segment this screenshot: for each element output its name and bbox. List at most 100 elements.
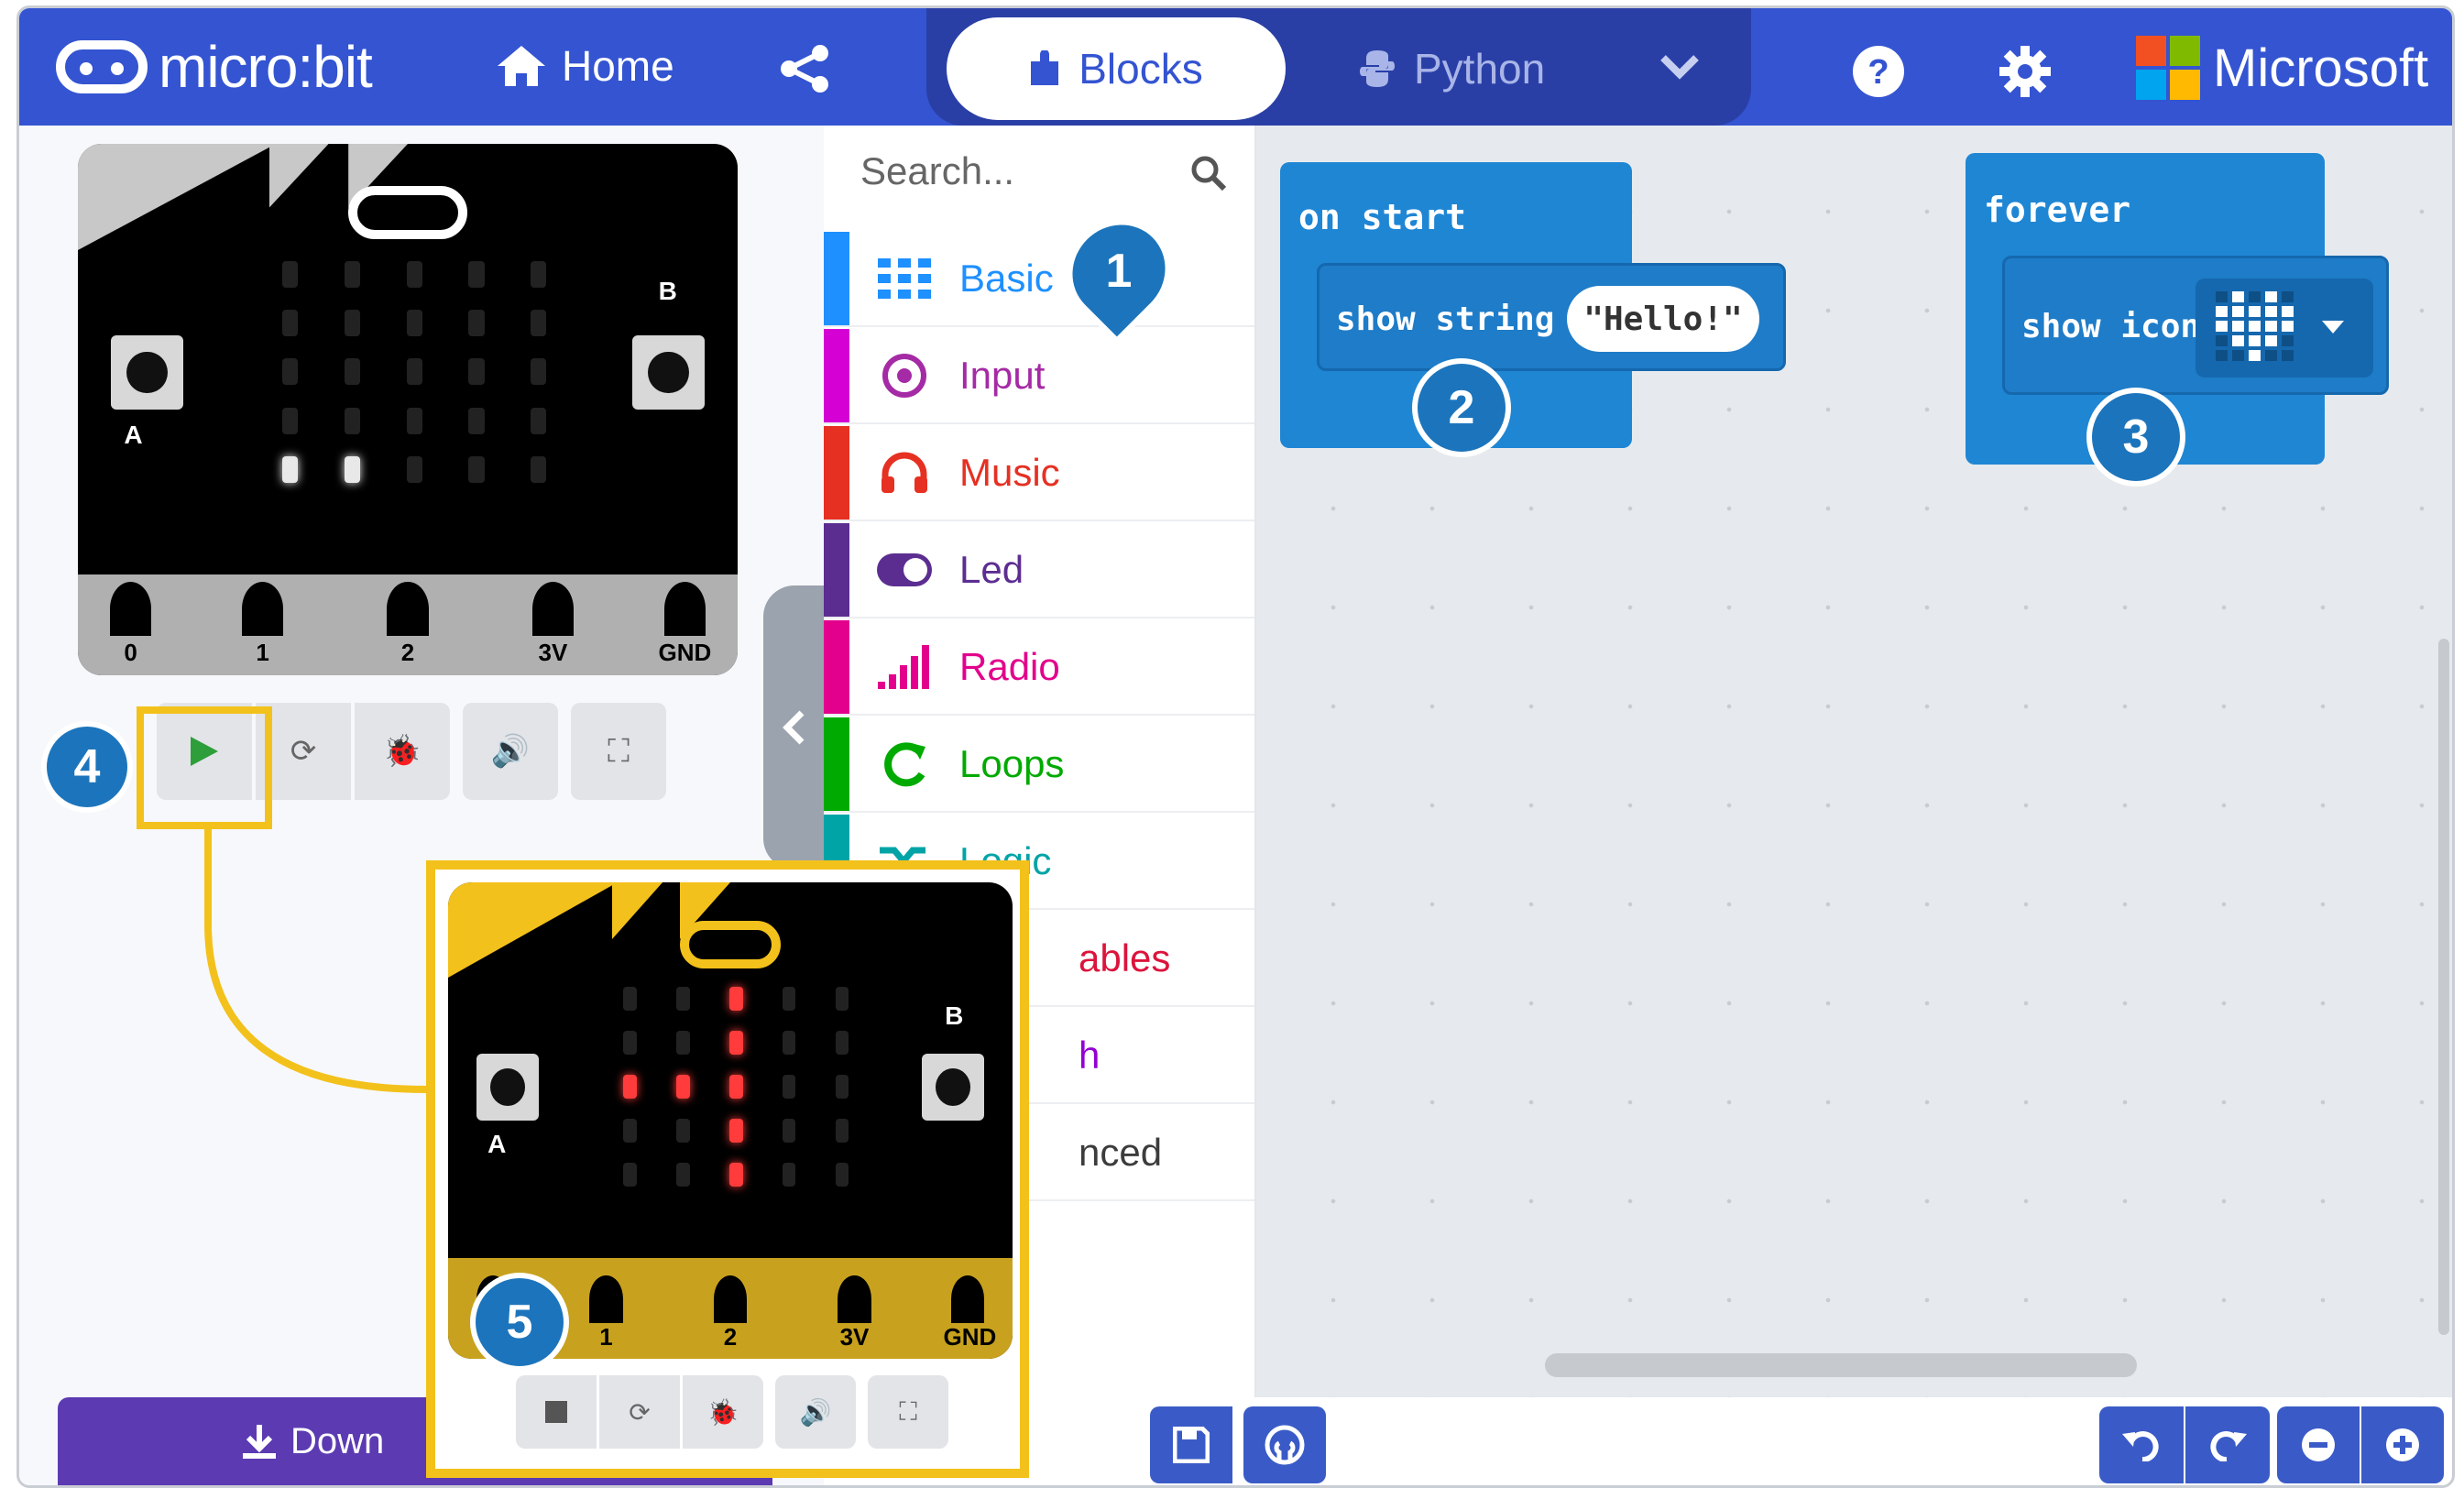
heart-pixel [2249,335,2261,346]
show-icon-block[interactable]: show icon [2002,256,2389,395]
button-b [922,1054,985,1121]
button-a [476,1054,539,1121]
category-basic[interactable]: Basic [824,232,1254,327]
microsoft-brand[interactable]: Microsoft [2136,36,2428,100]
pin-hole [656,574,713,644]
show-string-label: show string [1336,301,1555,338]
download-icon [243,1425,276,1459]
search-placeholder: Search... [860,149,1015,192]
forever-title: forever [1984,190,2131,230]
makecode-window: micro:bit Home Blocks Python ? Microsoft… [16,5,2455,1488]
puzzle-icon [1031,50,1059,85]
string-value: "Hello!" [1583,300,1743,338]
led-pixel [728,1031,743,1056]
led-pixel [675,1162,690,1187]
led-pixel [622,1031,637,1056]
category-color-bar [824,329,849,422]
pin-hole [943,1268,991,1330]
language-dropdown[interactable] [1659,52,1700,84]
blocks-workspace[interactable]: on start show string "Hello!" forever sh… [1256,126,2452,1397]
plus-circle-icon [2386,1428,2419,1461]
undo-button[interactable] [2099,1406,2184,1483]
debug-button[interactable]: 🐞 [683,1375,763,1449]
github-button[interactable] [1243,1406,1326,1483]
horizontal-scrollbar[interactable] [1545,1353,2137,1377]
string-value-field[interactable]: "Hello!" [1567,286,1759,352]
restart-button[interactable]: ⟳ [599,1375,680,1449]
show-icon-label: show icon [2021,308,2201,345]
led-pixel [835,1031,849,1056]
toggle-icon [875,552,934,588]
show-string-block[interactable]: show string "Hello!" [1317,263,1786,371]
running-simulator-toolbar: ⟳ 🐞 🔊 ⛶ [516,1375,948,1449]
blocks-label: Blocks [1079,45,1203,93]
board-notch [611,882,663,940]
heart-pixel [2249,291,2261,302]
led-pixel [782,1031,796,1056]
share-button[interactable] [780,45,831,97]
heart-pixel [2216,306,2228,317]
led-pixel [728,987,743,1012]
button-b-label: B [945,1001,964,1030]
stop-icon [545,1401,567,1423]
category-label: Basic [959,257,1054,300]
mute-button[interactable]: 🔊 [775,1375,856,1449]
category-led[interactable]: Led [824,523,1254,618]
fullscreen-button[interactable]: ⛶ [571,703,666,800]
board-logo-icon [679,920,782,968]
grid-icon [875,258,934,299]
heart-pixel [2216,350,2228,361]
led-pixel [835,1118,849,1143]
bottom-toolbar [826,1397,2452,1485]
category-color-bar [824,426,849,520]
fullscreen-button[interactable]: ⛶ [868,1375,948,1449]
undo-icon [2122,1431,2159,1461]
led-pixel [782,1075,796,1100]
help-icon: ? [1853,46,1904,97]
category-input[interactable]: Input [824,329,1254,424]
pin-hole [830,1268,879,1330]
led-pixel [782,1162,796,1187]
led-pixel [622,1075,637,1100]
blocks-mode-button[interactable]: Blocks [947,17,1286,120]
toolbox-search-input[interactable]: Search... [824,126,1254,217]
heart-pixel [2232,321,2244,332]
category-music[interactable]: Music [824,426,1254,521]
help-button[interactable]: ? [1852,45,1905,103]
heart-pixel [2282,306,2294,317]
zoom-in-button[interactable] [2361,1406,2444,1483]
heart-pixel [2282,321,2294,332]
category-color-bar [824,523,849,617]
pin-label: GND [658,639,712,667]
callout-3: 3 [2086,388,2185,487]
heart-pixel [2216,335,2228,346]
python-mode-button[interactable]: Python [1357,17,1545,120]
settings-button[interactable] [1999,45,2052,103]
collapse-simulator-button[interactable] [763,585,824,870]
fullscreen-icon: ⛶ [899,1396,917,1426]
led-pixel [622,1162,637,1187]
vertical-scrollbar[interactable] [2438,639,2449,1335]
callout-1: 1 [1105,245,1133,298]
chevron-left-icon [783,710,805,745]
button-b [631,334,705,410]
heart-pixel [2282,350,2294,361]
chevron-down-icon [1660,55,1699,80]
zoom-out-button[interactable] [2277,1406,2360,1483]
led-pixel [835,1162,849,1187]
microsoft-logo-icon [2136,36,2200,100]
category-radio[interactable]: Radio [824,620,1254,716]
heart-pixel [2265,306,2277,317]
signal-bars-icon [875,645,934,689]
category-loops[interactable]: Loops [824,717,1254,813]
category-label: ables [1079,936,1171,979]
gear-icon [1999,46,2051,97]
stop-button[interactable] [516,1375,597,1449]
icon-picker[interactable] [2196,279,2373,377]
heart-pixel [2265,350,2277,361]
save-button[interactable] [1150,1406,1232,1483]
category-color-bar [824,232,849,325]
svg-text:?: ? [1867,53,1889,92]
redo-button[interactable] [2185,1406,2270,1483]
category-label: h [1079,1034,1101,1077]
